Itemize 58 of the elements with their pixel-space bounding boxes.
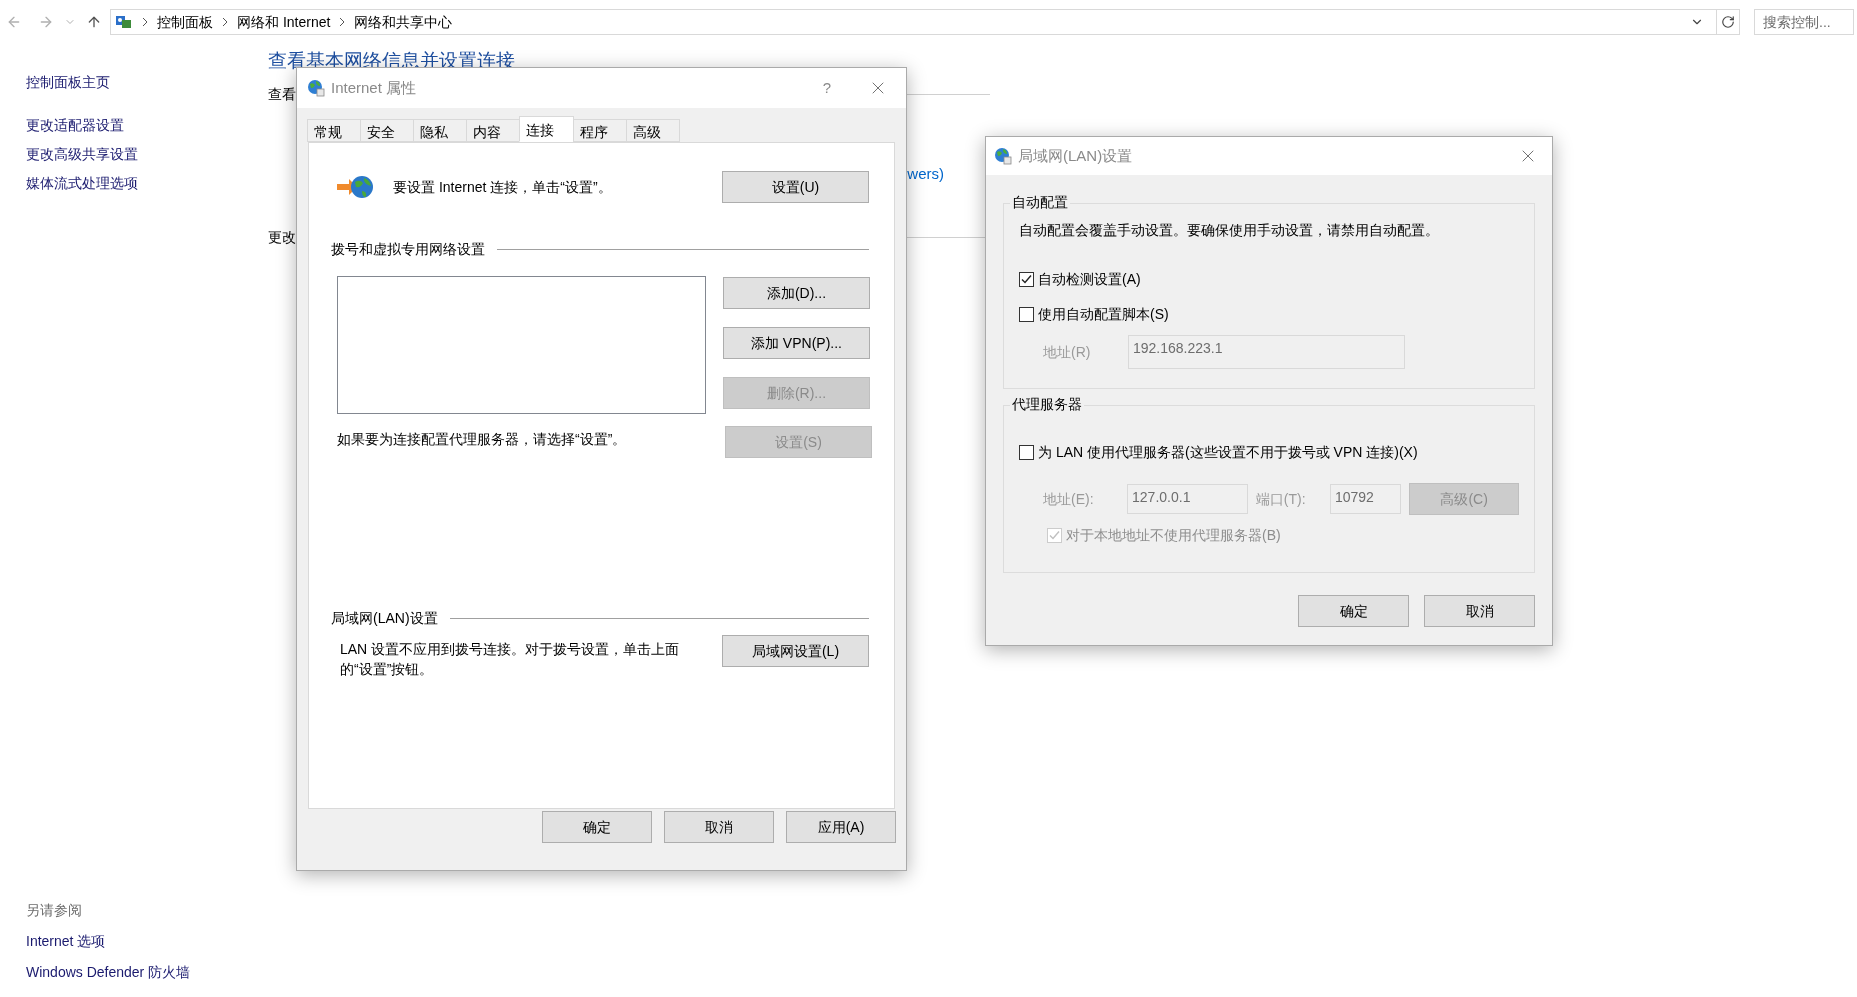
globe-icon	[994, 147, 1012, 165]
sidebar-link[interactable]: 更改高级共享设置	[26, 144, 268, 165]
address-bar[interactable]: 控制面板 网络和 Internet 网络和共享中心	[110, 9, 1740, 35]
dialog-button[interactable]: 确定	[542, 811, 652, 843]
section-heading: 拨号和虚拟专用网络设置	[331, 240, 485, 259]
tab[interactable]: 安全	[360, 119, 414, 142]
field-label: 端口(T):	[1255, 489, 1307, 509]
see-also-heading: 另请参阅	[26, 901, 83, 920]
tab[interactable]: 隐私	[413, 119, 467, 142]
sidebar-link[interactable]: 更改适配器设置	[26, 115, 268, 136]
tab[interactable]: 程序	[573, 119, 627, 142]
field-label: 地址(E):	[1043, 489, 1095, 509]
dialog-button[interactable]: 取消	[1424, 595, 1535, 627]
breadcrumb-separator-icon	[141, 17, 149, 27]
tab[interactable]: 内容	[466, 119, 520, 142]
dialog-button[interactable]: 设置(U)	[722, 171, 869, 203]
field-label: 地址(R)	[1043, 342, 1092, 362]
proxy-hint: 如果要为连接配置代理服务器，请选择“设置”。	[337, 430, 628, 449]
breadcrumb-item[interactable]: 网络和 Internet	[237, 11, 331, 33]
tab[interactable]: 高级	[626, 119, 680, 142]
section-heading: 局域网(LAN)设置	[331, 609, 438, 628]
checkbox-label: 为 LAN 使用代理服务器(这些设置不用于拨号或 VPN 连接)(X)	[1038, 443, 1418, 462]
lan-description: LAN 设置不应用到拨号连接。对于拨号设置，单击上面的“设置”按钮。	[340, 640, 680, 679]
refresh-icon[interactable]	[1721, 15, 1735, 29]
checkbox-label: 使用自动配置脚本(S)	[1038, 305, 1169, 324]
dialog-button[interactable]: 添加(D)...	[723, 277, 870, 309]
breadcrumb-separator-icon	[338, 17, 347, 27]
up-icon[interactable]	[86, 14, 102, 30]
sidebar-link[interactable]: Windows Defender 防火墙	[26, 962, 268, 983]
search-field[interactable]: 搜索控制...	[1754, 9, 1854, 35]
control-panel-icon	[115, 14, 133, 30]
checkbox[interactable]	[1019, 307, 1034, 322]
window-title: Internet 属性	[331, 77, 417, 98]
globe-icon	[307, 79, 325, 97]
checkbox[interactable]	[1019, 445, 1034, 460]
tab[interactable]: 连接	[519, 116, 574, 142]
checkbox-label: 对于本地地址不使用代理服务器(B)	[1066, 526, 1281, 545]
breadcrumb-separator-icon	[221, 17, 229, 27]
breadcrumb-item[interactable]: 控制面板	[157, 11, 213, 33]
auto-config-note: 自动配置会覆盖手动设置。要确保使用手动设置，请禁用自动配置。	[1019, 221, 1440, 240]
sidebar-link[interactable]: 媒体流式处理选项	[26, 173, 268, 194]
dialog-button[interactable]: 添加 VPN(P)...	[723, 327, 870, 359]
network-link[interactable]: wers)	[907, 162, 944, 185]
breadcrumb-item[interactable]: 网络和共享中心	[354, 11, 453, 33]
section-heading: 更改	[268, 228, 296, 247]
tab[interactable]: 常规	[307, 119, 361, 142]
setup-instruction: 要设置 Internet 连接，单击“设置”。	[393, 177, 613, 197]
dialog-button[interactable]: 应用(A)	[786, 811, 896, 843]
help-button[interactable]: ?	[804, 76, 850, 100]
dialog-button[interactable]: 取消	[664, 811, 774, 843]
window-title: 局域网(LAN)设置	[1018, 145, 1133, 166]
sidebar-link[interactable]: 控制面板主页	[26, 72, 268, 93]
section-heading: 查看	[268, 84, 296, 104]
dialog-button[interactable]: 局域网设置(L)	[722, 635, 869, 667]
sidebar-link[interactable]: Internet 选项	[26, 931, 268, 952]
checked-checkbox[interactable]	[1019, 272, 1034, 287]
checkbox-label: 自动检测设置(A)	[1038, 270, 1141, 289]
dialog-button[interactable]: 确定	[1298, 595, 1409, 627]
